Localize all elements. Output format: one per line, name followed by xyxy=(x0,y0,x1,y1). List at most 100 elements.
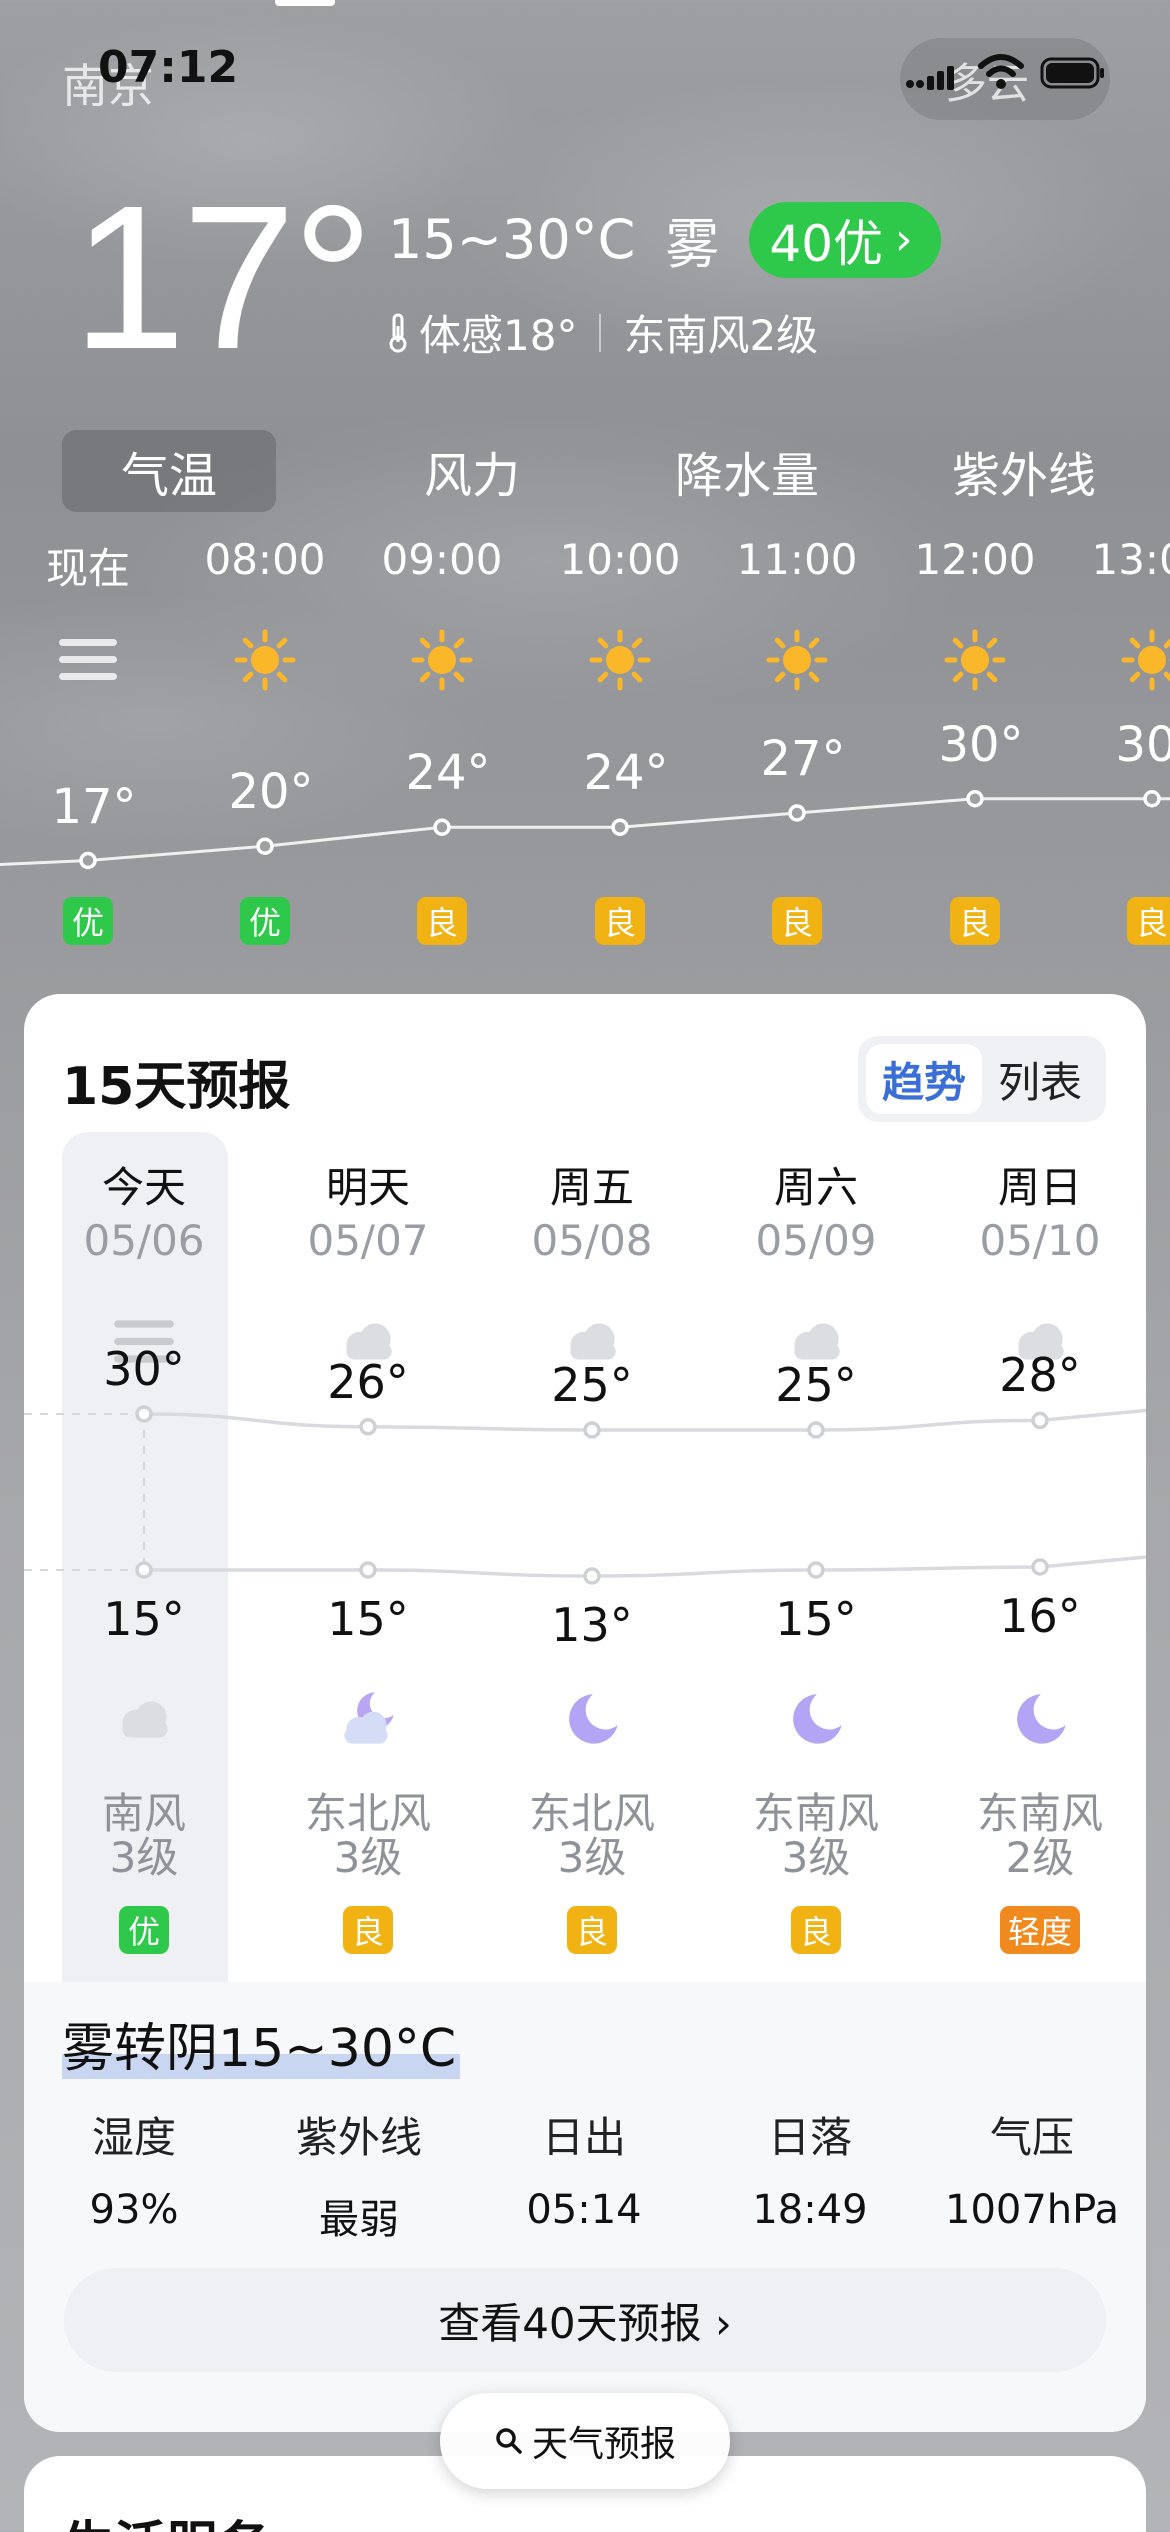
hourly-temp-point xyxy=(611,818,629,836)
detail-sunset: 日落 18:49 xyxy=(700,2104,920,2233)
high-temp-line xyxy=(143,1408,1146,1432)
detail-value: 最弱 xyxy=(319,2197,399,2243)
battery-icon xyxy=(1040,57,1104,89)
weather-forecast-label: 天气预报 xyxy=(531,2424,676,2465)
sun-icon xyxy=(411,629,473,691)
sun-icon xyxy=(944,629,1006,691)
sun-icon xyxy=(1121,629,1170,691)
hourly-temp-line xyxy=(0,797,1170,866)
status-time: 07:12 xyxy=(98,42,239,93)
hourly-temp-point xyxy=(788,804,806,822)
toggle-trend[interactable]: 趋势 xyxy=(866,1044,982,1114)
high-temp-line-point xyxy=(359,1418,377,1436)
day-wind-direction: 东南风 xyxy=(976,1789,1104,1838)
day-wind-level: 3级 xyxy=(333,1833,403,1882)
hourly-time: 现在 xyxy=(45,544,131,593)
life-services-title: 生活服务 xyxy=(62,2504,270,2532)
day-low-temp: 15° xyxy=(775,1592,857,1646)
forecast-card: 15天预报 趋势 列表 今天 05/06 30° 15° 南风 3级优明天 05/07 26°… xyxy=(24,994,1146,2432)
day-date: 05/06 xyxy=(83,1216,205,1265)
low-temp-line xyxy=(144,1555,1146,1578)
detail-value: 1007hPa xyxy=(945,2187,1119,2233)
day-aqi-badge: 良 xyxy=(567,1906,617,1954)
detail-uv: 紫外线 最弱 xyxy=(249,2104,469,2245)
top-indicator xyxy=(275,0,335,6)
low-temp-line-point xyxy=(583,1567,601,1585)
today-detail-title-text: 雾转阴15~30°C xyxy=(62,2019,461,2079)
detail-value: 05:14 xyxy=(526,2187,642,2233)
sun-icon xyxy=(766,629,828,691)
hourly-temp-point xyxy=(256,837,274,855)
view-40-day-forecast-button[interactable]: 查看40天预报 › xyxy=(64,2268,1106,2372)
hourly-aqi-badge: 优 xyxy=(63,897,113,945)
hourly-temp-point xyxy=(433,818,451,836)
day-wind-level: 3级 xyxy=(109,1833,179,1882)
day-low-temp: 13° xyxy=(551,1598,633,1652)
day-date: 05/08 xyxy=(531,1216,653,1265)
moon-cloud-icon xyxy=(344,1692,394,1744)
feels-like-row: 体感18° 东南风2级 xyxy=(385,302,818,363)
day-wind-direction: 东北风 xyxy=(528,1789,656,1838)
view-toggle: 趋势 列表 xyxy=(858,1036,1106,1122)
day-wind: 东北风 3级 xyxy=(529,1792,655,1880)
day-wind-level: 2级 xyxy=(1005,1833,1075,1882)
high-temp-line-point xyxy=(1031,1411,1049,1430)
search-icon xyxy=(496,2428,522,2454)
feels-like-text: 体感18° xyxy=(419,311,578,360)
day-wind: 南风 3级 xyxy=(102,1792,186,1880)
cellular-signal-icon xyxy=(906,66,954,90)
weather-forecast-button[interactable]: 天气预报 xyxy=(440,2393,730,2489)
moon-stars-icon xyxy=(569,1694,618,1744)
day-wind-direction: 东北风 xyxy=(304,1789,432,1838)
tab-precipitation[interactable]: 降水量 xyxy=(647,430,847,512)
detail-sunrise: 日出 05:14 xyxy=(474,2104,694,2233)
sun-icon xyxy=(589,629,651,691)
detail-label: 气压 xyxy=(989,2113,1074,2162)
divider xyxy=(599,313,602,352)
day-wind: 东南风 2级 xyxy=(977,1792,1103,1880)
hourly-temp-curve xyxy=(0,790,1170,870)
detail-label: 紫外线 xyxy=(295,2113,422,2162)
tab-temperature[interactable]: 气温 xyxy=(62,430,276,512)
today-detail-panel: 雾转阴15~30°C 湿度 93% 紫外线 最弱 日出 05:14 日落 18:… xyxy=(24,1982,1146,2432)
day-name: 周日 xyxy=(997,1163,1083,1212)
hourly-aqi-badge: 良 xyxy=(772,897,822,945)
toggle-list[interactable]: 列表 xyxy=(982,1044,1098,1114)
tab-wind[interactable]: 风力 xyxy=(372,430,572,512)
hourly-aqi-badge: 优 xyxy=(240,897,290,945)
hourly-aqi-badge: 良 xyxy=(950,897,1000,945)
aqi-value: 40优 xyxy=(769,214,884,273)
tab-uv[interactable]: 紫外线 xyxy=(924,430,1124,512)
hourly-time: 12:00 xyxy=(914,535,1036,584)
day-date: 05/10 xyxy=(979,1216,1101,1265)
day-wind-level: 3级 xyxy=(557,1833,627,1882)
hourly-time: 11:00 xyxy=(736,535,858,584)
detail-label: 日落 xyxy=(767,2113,852,2162)
temp-range: 15~30°C xyxy=(388,208,636,271)
detail-label: 湿度 xyxy=(91,2113,176,2162)
hourly-aqi-badge: 良 xyxy=(1127,897,1170,945)
current-temperature: 17° xyxy=(72,163,374,392)
day-name: 周六 xyxy=(773,1163,859,1212)
high-temp-line-point xyxy=(583,1421,601,1439)
moon-stars-icon xyxy=(793,1694,842,1744)
day-low-temp: 16° xyxy=(999,1589,1081,1643)
hourly-temp-point xyxy=(1143,790,1161,808)
wind-text: 东南风2级 xyxy=(623,311,819,360)
detail-value: 18:49 xyxy=(752,2187,868,2233)
condition-text: 雾 xyxy=(665,213,720,276)
hourly-temp-point xyxy=(966,790,984,808)
today-detail-title: 雾转阴15~30°C xyxy=(62,2006,461,2081)
cloud-icon xyxy=(122,1701,168,1738)
detail-humidity: 湿度 93% xyxy=(24,2104,244,2233)
day-high-temp: 26° xyxy=(327,1354,409,1409)
day-wind: 东北风 3级 xyxy=(305,1792,431,1880)
hourly-time: 08:00 xyxy=(204,535,326,584)
day-name: 今天 xyxy=(101,1163,187,1212)
aqi-button[interactable]: 40优 › xyxy=(749,201,941,278)
hourly-aqi-badge: 良 xyxy=(417,897,467,945)
detail-value: 93% xyxy=(89,2187,179,2233)
hourly-time: 09:00 xyxy=(381,535,503,584)
day-high-temp: 30° xyxy=(103,1342,185,1396)
status-bar: 南京 07:12 多云 xyxy=(0,0,1170,150)
